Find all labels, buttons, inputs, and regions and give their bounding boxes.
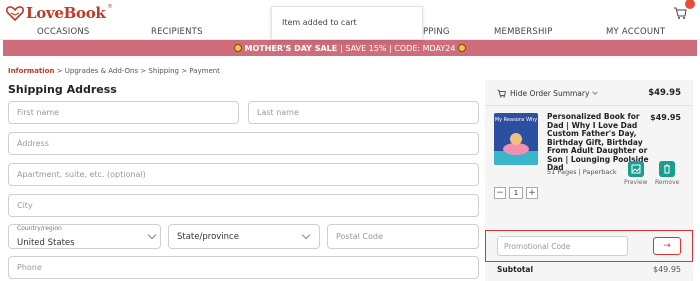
product-price: $49.95 — [650, 113, 681, 122]
banner-text: | SAVE 15% | CODE: MDAY24 — [340, 43, 456, 53]
remove-label: Remove — [655, 179, 680, 186]
postal-placeholder: Postal Code — [336, 232, 383, 241]
first-name-field[interactable]: First name — [8, 101, 239, 124]
order-total: $49.95 — [648, 88, 681, 98]
last-name-placeholder: Last name — [257, 108, 299, 117]
logo[interactable]: LoveBook ® — [6, 4, 113, 22]
trademark: ® — [107, 4, 113, 10]
nav-membership[interactable]: MEMBERSHIP — [494, 27, 553, 37]
breadcrumb: Information > Upgrades & Add-Ons > Shipp… — [8, 67, 220, 75]
apartment-field[interactable]: Apartment, suite, etc. (optional) — [8, 163, 479, 186]
nav-my-account[interactable]: MY ACCOUNT — [606, 27, 665, 37]
flower-icon — [458, 44, 467, 52]
apply-promo-button[interactable]: → — [653, 237, 681, 255]
nav-shipping[interactable]: PPING — [423, 27, 450, 37]
cart-icon — [497, 89, 506, 98]
address-field[interactable]: Address — [8, 132, 479, 155]
toast-notification: Item added to cart — [271, 6, 423, 40]
book-cover-title: My Reasons Why — [494, 117, 538, 123]
toggle-label: Hide Order Summary — [510, 89, 590, 98]
promo-banner[interactable]: MOTHER'S DAY SALE | SAVE 15% | CODE: MDA… — [3, 40, 697, 56]
last-name-field[interactable]: Last name — [248, 101, 479, 124]
quantity-stepper: − 1 + — [494, 187, 538, 199]
phone-field[interactable]: Phone — [8, 256, 479, 279]
trash-icon — [659, 161, 676, 177]
state-label: State/province — [177, 231, 239, 242]
cover-figure — [510, 133, 522, 145]
subtotal-value: $49.95 — [653, 265, 681, 274]
phone-placeholder: Phone — [17, 263, 42, 272]
remove-button[interactable]: Remove — [655, 161, 679, 186]
quantity-value[interactable]: 1 — [509, 187, 523, 199]
country-label: Country/region — [17, 225, 62, 232]
banner-title: MOTHER'S DAY SALE — [244, 43, 338, 53]
apartment-placeholder: Apartment, suite, etc. (optional) — [17, 170, 146, 179]
increase-quantity-button[interactable]: + — [526, 187, 538, 199]
cart-button[interactable] — [673, 0, 695, 20]
order-summary: Hide Order Summary $49.95 My Reasons Why… — [485, 80, 693, 281]
address-placeholder: Address — [17, 139, 49, 148]
breadcrumb-rest: > Upgrades & Add-Ons > Shipping > Paymen… — [54, 67, 220, 75]
cart-badge — [685, 0, 695, 9]
chevron-down-icon — [301, 230, 311, 240]
heart-book-icon — [6, 5, 24, 21]
country-value: United States — [17, 238, 75, 248]
country-select[interactable]: Country/region United States — [8, 224, 161, 249]
nav-recipients[interactable]: RECIPIENTS — [151, 27, 203, 37]
product-thumbnail: My Reasons Why — [494, 113, 538, 165]
breadcrumb-information[interactable]: Information — [8, 67, 54, 75]
brand-name: LoveBook — [26, 4, 106, 22]
product-meta: 51 Pages | Paperback — [547, 168, 617, 176]
postal-code-field[interactable]: Postal Code — [327, 224, 479, 249]
cart-icon — [674, 7, 687, 19]
flower-icon — [233, 44, 242, 52]
chevron-down-icon — [592, 89, 599, 95]
promo-placeholder: Promotional Code — [504, 241, 571, 251]
chevron-down-icon — [147, 230, 157, 240]
subtotal-label: Subtotal — [497, 265, 534, 274]
arrow-right-icon: → — [663, 241, 671, 251]
state-select[interactable]: State/province — [168, 224, 320, 249]
decrease-quantity-button[interactable]: − — [494, 187, 506, 199]
section-title: Shipping Address — [8, 83, 117, 96]
nav-occasions[interactable]: OCCASIONS — [37, 27, 90, 37]
hide-order-summary-toggle[interactable]: Hide Order Summary — [497, 89, 599, 98]
toast-message: Item added to cart — [282, 18, 357, 27]
summary-header: Hide Order Summary $49.95 — [485, 80, 693, 106]
city-field[interactable]: City — [8, 194, 479, 217]
city-placeholder: City — [17, 201, 33, 210]
preview-button[interactable]: Preview — [624, 161, 647, 186]
promo-code-input[interactable]: Promotional Code — [497, 236, 628, 256]
preview-label: Preview — [624, 179, 648, 186]
first-name-placeholder: First name — [17, 108, 60, 117]
image-icon — [627, 161, 644, 177]
